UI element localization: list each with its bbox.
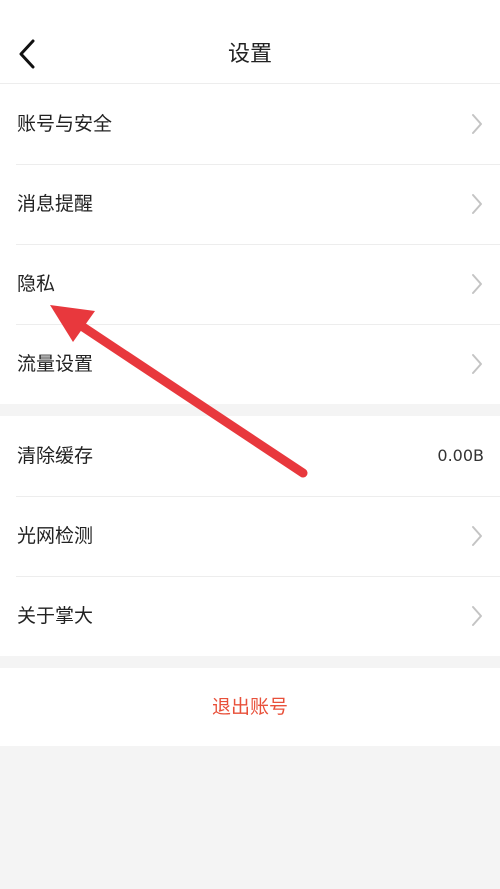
chevron-right-icon xyxy=(472,274,482,294)
page-title: 设置 xyxy=(227,42,272,67)
settings-item-label: 清除缓存 xyxy=(17,445,94,467)
chevron-right-icon xyxy=(472,194,482,214)
settings-item-label: 关于掌大 xyxy=(17,605,94,627)
settings-item-network-test[interactable]: 光网检测 xyxy=(0,496,500,576)
settings-item-label: 消息提醒 xyxy=(17,193,94,215)
settings-item-privacy[interactable]: 隐私 xyxy=(0,244,500,324)
cache-size-value: 0.00B xyxy=(437,446,484,465)
chevron-right-icon xyxy=(472,114,482,134)
settings-group-account: 账号与安全 消息提醒 隐私 流量设置 xyxy=(0,84,500,404)
settings-item-clear-cache[interactable]: 清除缓存 0.00B xyxy=(0,416,500,496)
settings-item-data-usage[interactable]: 流量设置 xyxy=(0,324,500,404)
settings-item-label: 隐私 xyxy=(17,273,56,295)
settings-item-label: 流量设置 xyxy=(17,353,94,375)
settings-item-label: 账号与安全 xyxy=(17,113,113,135)
settings-item-notifications[interactable]: 消息提醒 xyxy=(0,164,500,244)
settings-item-account-security[interactable]: 账号与安全 xyxy=(0,84,500,164)
top-bar: 设置 xyxy=(0,0,500,84)
settings-item-about[interactable]: 关于掌大 xyxy=(0,576,500,656)
settings-group-general: 清除缓存 0.00B 光网检测 关于掌大 xyxy=(0,416,500,656)
chevron-right-icon xyxy=(472,354,482,374)
logout-button[interactable]: 退出账号 xyxy=(0,668,500,746)
chevron-right-icon xyxy=(472,606,482,626)
settings-item-label: 光网检测 xyxy=(17,525,94,547)
chevron-right-icon xyxy=(472,526,482,546)
